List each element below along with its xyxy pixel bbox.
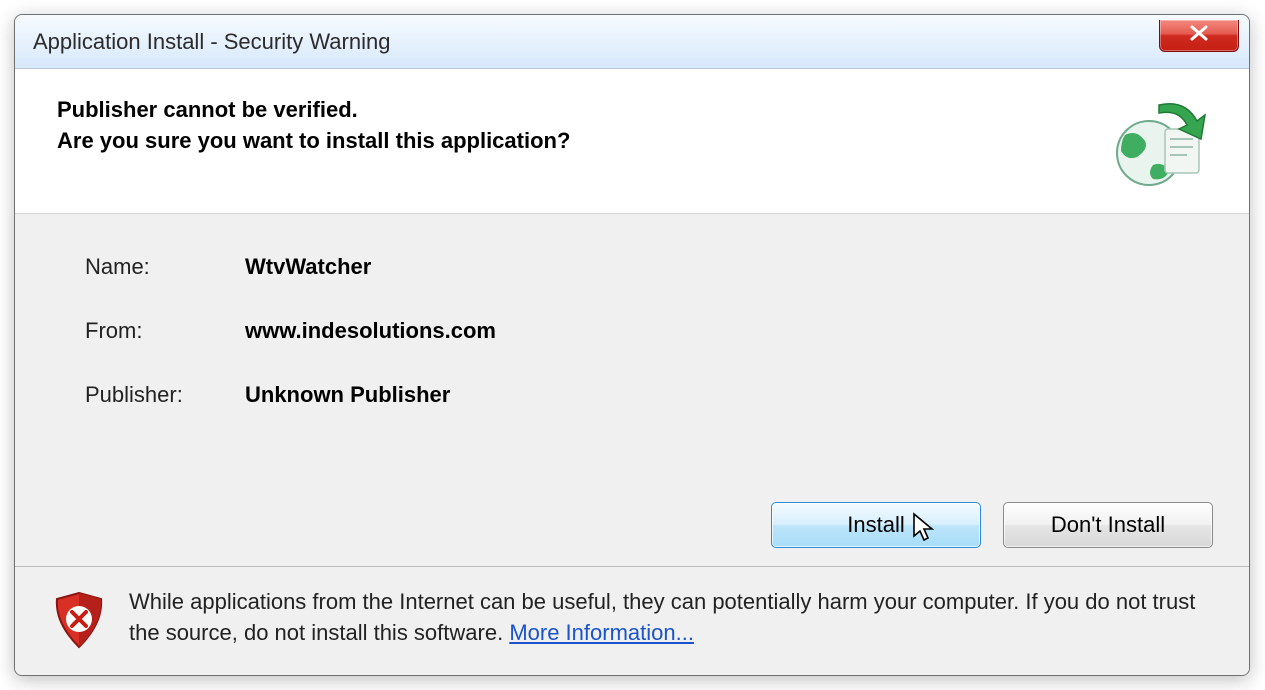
- shield-icon: [53, 591, 105, 649]
- field-name: Name: WtvWatcher: [85, 254, 1179, 280]
- dont-install-button[interactable]: Don't Install: [1003, 502, 1213, 548]
- from-label: From:: [85, 318, 245, 344]
- header-line-1: Publisher cannot be verified.: [57, 95, 570, 126]
- globe-install-icon: [1107, 95, 1207, 195]
- field-from: From: www.indesolutions.com: [85, 318, 1179, 344]
- more-information-link[interactable]: More Information...: [509, 620, 694, 645]
- install-button[interactable]: Install: [771, 502, 981, 548]
- from-value: www.indesolutions.com: [245, 318, 496, 344]
- name-label: Name:: [85, 254, 245, 280]
- publisher-value: Unknown Publisher: [245, 382, 450, 408]
- dialog-body: Name: WtvWatcher From: www.indesolutions…: [15, 214, 1249, 502]
- header-message: Publisher cannot be verified. Are you su…: [57, 95, 570, 157]
- button-row: Install Don't Install: [15, 502, 1249, 566]
- window-title: Application Install - Security Warning: [33, 29, 390, 55]
- footer-warning: While applications from the Internet can…: [129, 587, 1211, 649]
- field-publisher: Publisher: Unknown Publisher: [85, 382, 1179, 408]
- titlebar: Application Install - Security Warning: [15, 15, 1249, 69]
- close-button[interactable]: [1159, 20, 1239, 52]
- close-icon: [1189, 25, 1209, 46]
- name-value: WtvWatcher: [245, 254, 371, 280]
- security-warning-dialog: Application Install - Security Warning P…: [14, 14, 1250, 676]
- publisher-label: Publisher:: [85, 382, 245, 408]
- dialog-footer: While applications from the Internet can…: [15, 566, 1249, 675]
- dialog-header: Publisher cannot be verified. Are you su…: [15, 69, 1249, 214]
- header-line-2: Are you sure you want to install this ap…: [57, 126, 570, 157]
